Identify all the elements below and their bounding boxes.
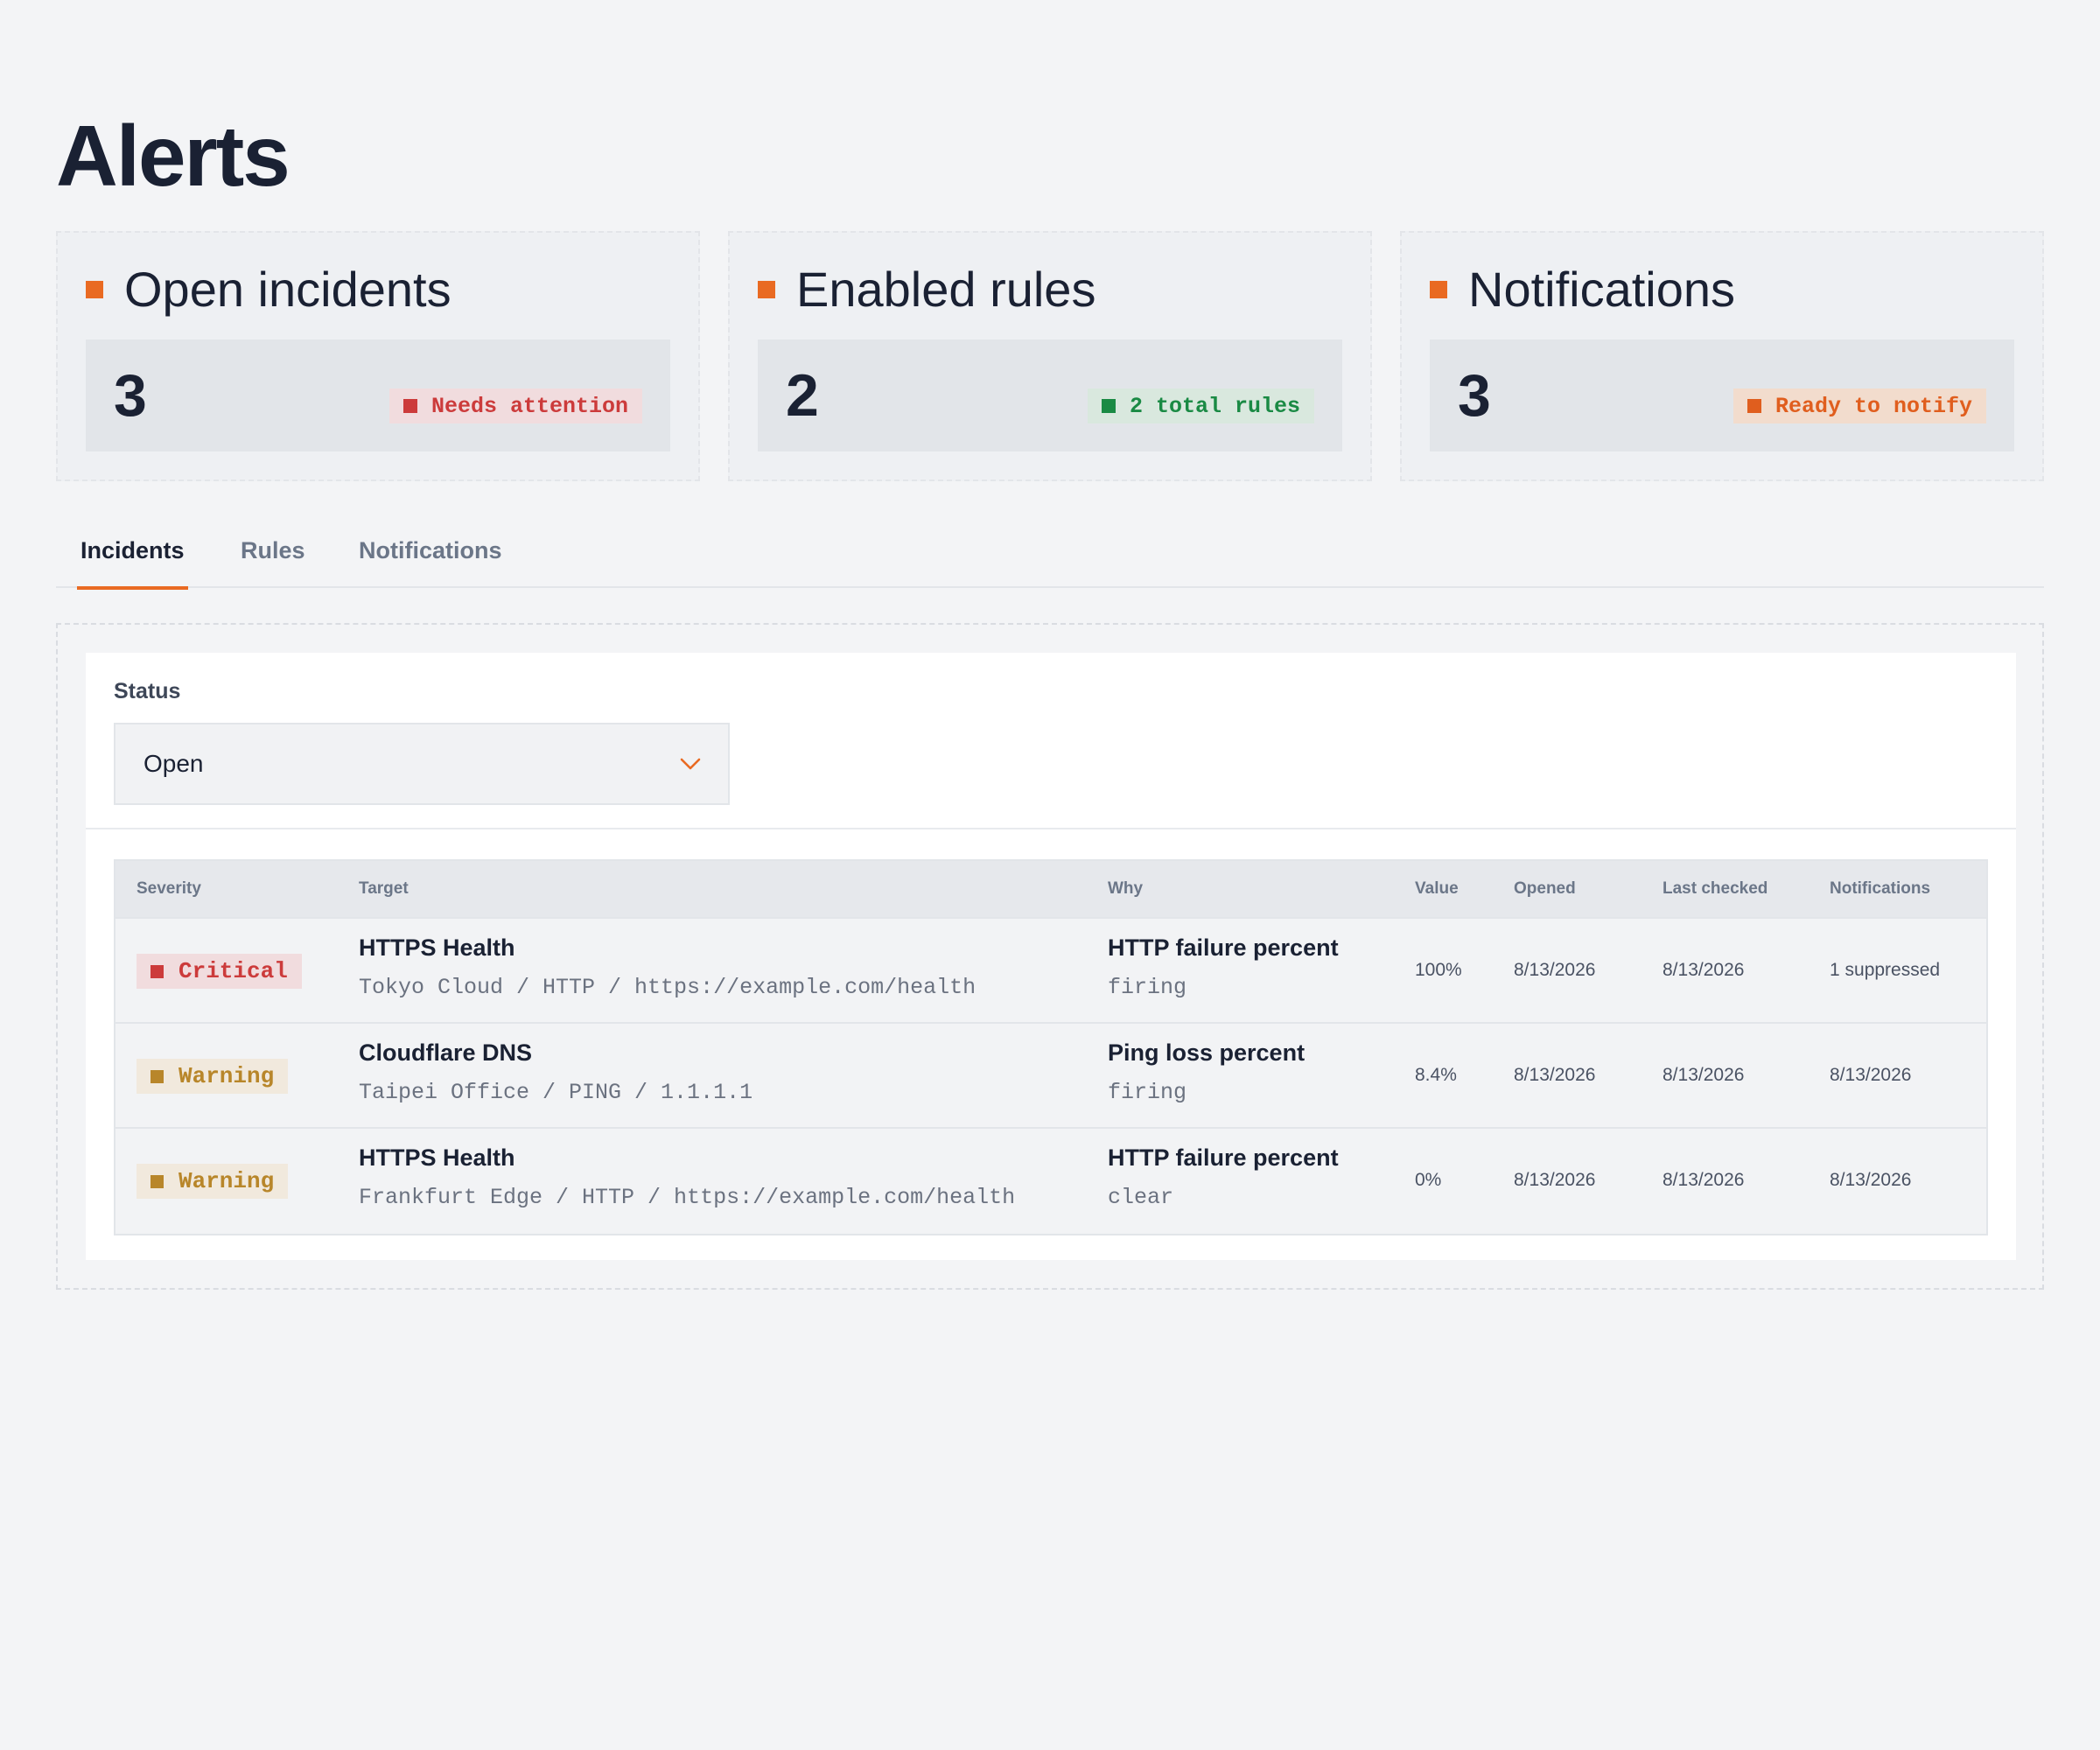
- table-row[interactable]: Critical HTTPS Health Tokyo Cloud / HTTP…: [116, 919, 1986, 1024]
- table-header: Severity Target Why Value Opened Last ch…: [116, 861, 1986, 919]
- square-status-icon: [1101, 399, 1116, 413]
- severity-badge: Critical: [136, 954, 302, 989]
- incidents-panel: Status Open Severity Target Why Value Op…: [56, 623, 2044, 1290]
- why-state: firing: [1108, 975, 1187, 1000]
- status-badge: Needs attention: [388, 388, 642, 424]
- last-checked-cell: 8/13/2026: [1662, 1065, 1745, 1085]
- severity-label: Warning: [178, 1168, 275, 1194]
- status-select-value: Open: [144, 750, 204, 777]
- severity-label: Warning: [178, 1063, 275, 1089]
- square-status-icon: [1746, 399, 1761, 413]
- opened-cell: 8/13/2026: [1514, 960, 1596, 980]
- badge-label: Needs attention: [430, 393, 628, 419]
- column-header-target: Target: [359, 879, 409, 898]
- why-rule: HTTP failure percent: [1108, 934, 1339, 961]
- severity-label: Critical: [178, 958, 288, 984]
- card-value: 3: [114, 362, 147, 429]
- card-value: 2: [786, 362, 819, 429]
- table-row[interactable]: Warning HTTPS Health Frankfurt Edge / HT…: [116, 1129, 1986, 1234]
- why-state: firing: [1108, 1080, 1187, 1105]
- square-status-icon: [150, 1174, 164, 1188]
- target-detail: Tokyo Cloud / HTTP / https://example.com…: [359, 975, 976, 1000]
- target-detail: Frankfurt Edge / HTTP / https://example.…: [359, 1185, 1016, 1210]
- value-cell: 8.4%: [1415, 1065, 1457, 1085]
- status-select[interactable]: Open: [114, 723, 730, 805]
- severity-badge: Warning: [136, 1059, 289, 1094]
- card-notifications: Notifications 3 Ready to notify: [1400, 231, 2044, 481]
- card-value: 3: [1458, 362, 1491, 429]
- column-header-notifications: Notifications: [1830, 879, 1931, 898]
- card-title: Notifications: [1468, 262, 1736, 317]
- target-name: HTTPS Health: [359, 1144, 515, 1171]
- tab-incidents[interactable]: Incidents: [77, 522, 188, 590]
- incidents-card: Status Open Severity Target Why Value Op…: [86, 653, 2016, 1260]
- card-enabled-rules: Enabled rules 2 2 total rules: [728, 231, 1372, 481]
- divider: [86, 828, 2016, 830]
- square-status-icon: [150, 1069, 164, 1083]
- notifications-cell: 8/13/2026: [1830, 1065, 1912, 1085]
- summary-cards: Open incidents 3 Needs attention Enabled…: [56, 231, 2044, 481]
- target-name: Cloudflare DNS: [359, 1040, 533, 1066]
- chevron-down-icon: [680, 758, 701, 770]
- status-badge: Ready to notify: [1732, 388, 1986, 424]
- last-checked-cell: 8/13/2026: [1662, 960, 1745, 980]
- column-header-value: Value: [1415, 879, 1459, 898]
- tab-notifications[interactable]: Notifications: [359, 522, 502, 588]
- last-checked-cell: 8/13/2026: [1662, 1170, 1745, 1190]
- notifications-cell: 1 suppressed: [1830, 960, 1941, 980]
- accent-square-icon: [1430, 281, 1447, 298]
- column-header-why: Why: [1108, 879, 1144, 898]
- tab-rules[interactable]: Rules: [241, 522, 305, 588]
- incidents-table: Severity Target Why Value Opened Last ch…: [114, 859, 1988, 1236]
- column-header-opened: Opened: [1514, 879, 1576, 898]
- card-open-incidents: Open incidents 3 Needs attention: [56, 231, 700, 481]
- badge-label: Ready to notify: [1774, 393, 1972, 419]
- value-cell: 100%: [1415, 960, 1462, 980]
- why-rule: HTTP failure percent: [1108, 1144, 1339, 1171]
- card-title: Enabled rules: [796, 262, 1096, 317]
- card-title: Open incidents: [124, 262, 452, 317]
- severity-badge: Warning: [136, 1164, 289, 1199]
- status-filter-label: Status: [114, 679, 181, 704]
- opened-cell: 8/13/2026: [1514, 1170, 1596, 1190]
- square-status-icon: [402, 399, 417, 413]
- why-state: clear: [1108, 1185, 1174, 1210]
- table-row[interactable]: Warning Cloudflare DNS Taipei Office / P…: [116, 1024, 1986, 1129]
- target-name: HTTPS Health: [359, 934, 515, 961]
- notifications-cell: 8/13/2026: [1830, 1170, 1912, 1190]
- accent-square-icon: [86, 281, 103, 298]
- page-title: Alerts: [56, 108, 290, 204]
- status-badge: 2 total rules: [1087, 388, 1314, 424]
- value-cell: 0%: [1415, 1170, 1442, 1190]
- why-rule: Ping loss percent: [1108, 1040, 1306, 1066]
- accent-square-icon: [758, 281, 775, 298]
- column-header-last-checked: Last checked: [1662, 879, 1768, 898]
- badge-label: 2 total rules: [1129, 393, 1300, 419]
- tab-bar: Incidents Rules Notifications: [56, 522, 2044, 590]
- square-status-icon: [150, 964, 164, 978]
- column-header-severity: Severity: [136, 879, 201, 898]
- target-detail: Taipei Office / PING / 1.1.1.1: [359, 1080, 753, 1105]
- opened-cell: 8/13/2026: [1514, 1065, 1596, 1085]
